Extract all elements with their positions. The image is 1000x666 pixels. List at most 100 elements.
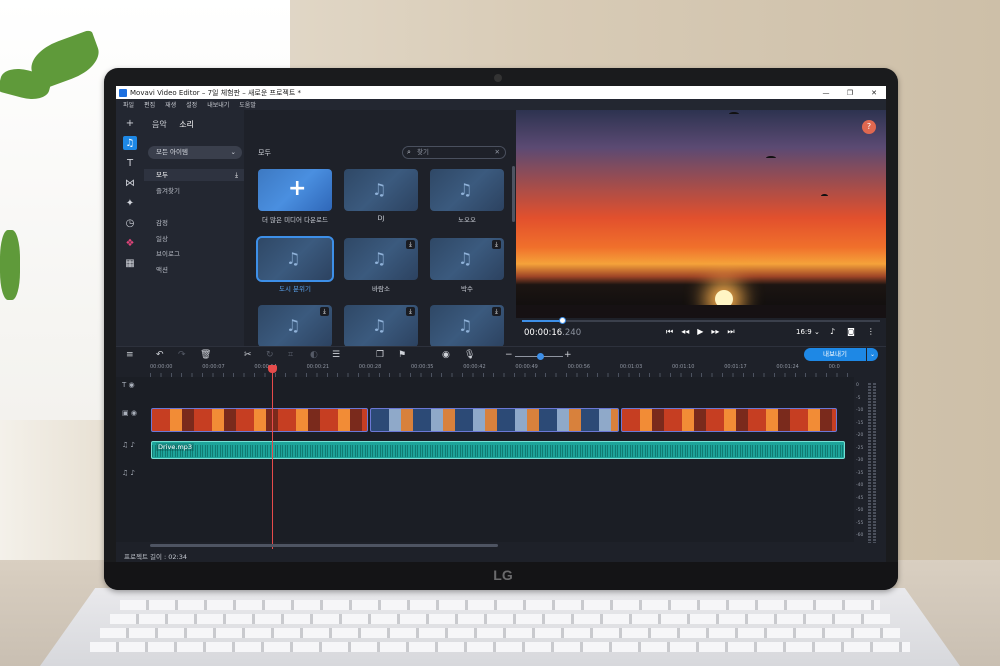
download-icon[interactable]: ⤓ bbox=[406, 240, 415, 249]
category-vlog[interactable]: 브이로그 bbox=[144, 248, 244, 258]
menu-file[interactable]: 파일 bbox=[123, 100, 134, 109]
grid-scrollbar[interactable] bbox=[512, 166, 515, 222]
play-icon[interactable]: ▶ bbox=[697, 327, 703, 337]
step-back-icon[interactable]: ◂◂ bbox=[681, 327, 689, 337]
text-track-icon: T bbox=[122, 381, 127, 389]
video-clip-1[interactable] bbox=[151, 408, 368, 432]
app-window: Movavi Video Editor – 7일 체험판 – 새로운 프로젝트 … bbox=[116, 86, 886, 562]
timeline-scrollbar[interactable] bbox=[150, 544, 498, 547]
sound-tile[interactable]: ♫ ⤓ bbox=[344, 305, 418, 347]
bird bbox=[729, 112, 739, 116]
music-note-icon: ♫ bbox=[286, 316, 301, 335]
download-icon[interactable]: ⤓ bbox=[492, 307, 501, 316]
crop-icon[interactable]: ⌗ bbox=[288, 350, 293, 360]
ruler-label: 00:00:00 bbox=[150, 364, 173, 370]
delete-icon[interactable]: 🗑 bbox=[200, 350, 211, 360]
sound-tile[interactable]: ♫ ⤓ bbox=[430, 305, 504, 347]
sound-tile[interactable]: ♫ ⤓ bbox=[258, 305, 332, 347]
category-all[interactable]: 모두 ⤓ bbox=[144, 169, 244, 181]
redo-icon[interactable]: ↷ bbox=[178, 350, 186, 360]
search-input[interactable]: ⌕ 찾기 ✕ bbox=[402, 146, 506, 159]
skip-start-icon[interactable]: ⏮ bbox=[666, 327, 673, 337]
plus-icon[interactable]: + bbox=[123, 116, 137, 130]
music-note-icon[interactable]: ♫ bbox=[123, 136, 137, 150]
cut-icon[interactable]: ✂ bbox=[244, 350, 252, 360]
adjust-icon[interactable]: ☰ bbox=[332, 350, 340, 360]
webcam-record-icon[interactable]: ◉ bbox=[442, 350, 450, 360]
brand-logo: LG bbox=[493, 567, 513, 583]
zoom-out-icon[interactable]: − bbox=[505, 350, 513, 360]
undo-icon[interactable]: ↶ bbox=[156, 350, 164, 360]
transition-icon[interactable]: ⋈ bbox=[123, 176, 137, 190]
help-button[interactable]: ? bbox=[862, 120, 876, 134]
track-menu-icon[interactable]: ≡ bbox=[126, 350, 134, 360]
color-icon[interactable]: ◐ bbox=[310, 350, 318, 360]
sticker-icon[interactable]: ❖ bbox=[123, 236, 137, 250]
text-icon[interactable]: T bbox=[123, 156, 137, 170]
zoom-slider-handle[interactable] bbox=[537, 353, 544, 360]
skip-end-icon[interactable]: ⏭ bbox=[727, 327, 734, 337]
download-icon[interactable]: ⤓ bbox=[320, 307, 329, 316]
minimize-button[interactable]: — bbox=[814, 89, 838, 97]
download-icon[interactable]: ⤓ bbox=[235, 169, 238, 181]
zoom-in-icon[interactable]: + bbox=[564, 350, 572, 360]
preview-video[interactable]: ? bbox=[516, 110, 886, 318]
more-icon[interactable]: ⋮ bbox=[867, 327, 875, 336]
mute-icon[interactable]: ♪ bbox=[131, 469, 135, 477]
close-button[interactable]: ✕ bbox=[862, 89, 886, 97]
video-clip-2[interactable] bbox=[370, 408, 619, 432]
sound-tile-selected[interactable]: ♫ bbox=[256, 236, 334, 282]
menu-edit[interactable]: 편집 bbox=[144, 100, 155, 109]
effects-icon[interactable]: ✦ bbox=[123, 196, 137, 210]
meter-db-label: -45 bbox=[856, 495, 864, 501]
menu-settings[interactable]: 설정 bbox=[186, 100, 197, 109]
visibility-icon[interactable]: ◉ bbox=[131, 409, 137, 417]
category-emotion[interactable]: 감정 bbox=[144, 217, 244, 227]
step-forward-icon[interactable]: ▸▸ bbox=[711, 327, 719, 337]
microphone-icon[interactable]: 🎙 bbox=[464, 350, 475, 360]
export-button[interactable]: 내보내기 bbox=[804, 348, 866, 361]
volume-icon[interactable]: ♪ bbox=[830, 327, 835, 336]
tab-music[interactable]: 음악 bbox=[152, 120, 167, 129]
window-title: Movavi Video Editor – 7일 체험판 – 새로운 프로젝트 … bbox=[130, 88, 301, 97]
playhead[interactable] bbox=[272, 367, 273, 549]
plus-icon: + bbox=[288, 176, 307, 201]
grid-icon[interactable]: ▦ bbox=[123, 256, 137, 270]
category-daily[interactable]: 일상 bbox=[144, 233, 244, 243]
category-label: 모두 bbox=[156, 171, 168, 179]
video-clip-3[interactable] bbox=[621, 408, 837, 432]
audio-clip[interactable]: Drive.mp3 bbox=[151, 441, 845, 459]
sound-tile[interactable]: ♫ ⤓ bbox=[344, 238, 418, 280]
menu-help[interactable]: 도움말 bbox=[239, 100, 256, 109]
menu-playback[interactable]: 재생 bbox=[165, 100, 176, 109]
sound-tile[interactable]: ♫ bbox=[430, 169, 504, 211]
track-header-audio-2: ♫ ♪ bbox=[116, 469, 150, 477]
preview-icons: ♪ ◙ ⋮ bbox=[830, 327, 886, 336]
webcam bbox=[494, 74, 502, 82]
download-more-tile[interactable]: + bbox=[258, 169, 332, 211]
rotate-icon[interactable]: ↻ bbox=[266, 350, 274, 360]
sound-tile[interactable]: ♫ bbox=[344, 169, 418, 211]
visibility-icon[interactable]: ◉ bbox=[129, 381, 135, 389]
timecode-ms: .240 bbox=[562, 328, 582, 338]
mute-icon[interactable]: ♪ bbox=[131, 441, 135, 449]
category-favorites[interactable]: 즐겨찾기 bbox=[144, 185, 244, 195]
download-icon[interactable]: ⤓ bbox=[492, 240, 501, 249]
maximize-button[interactable]: ❐ bbox=[838, 89, 862, 97]
clear-icon[interactable]: ✕ bbox=[495, 147, 500, 158]
marker-icon[interactable]: ⚑ bbox=[398, 350, 406, 360]
bird bbox=[766, 156, 776, 160]
menu-export[interactable]: 내보내기 bbox=[207, 100, 229, 109]
category-action[interactable]: 액션 bbox=[144, 264, 244, 274]
download-icon[interactable]: ⤓ bbox=[406, 307, 415, 316]
progress-handle[interactable] bbox=[559, 317, 566, 324]
aspect-ratio-select[interactable]: 16:9 ⌄ bbox=[796, 328, 820, 336]
menu-bar: 파일 편집 재생 설정 내보내기 도움말 bbox=[116, 99, 886, 110]
preview-progress-bar[interactable] bbox=[522, 317, 880, 324]
filter-dropdown[interactable]: 모든 아이템 ⌄ bbox=[148, 146, 242, 159]
tab-sound[interactable]: 소리 bbox=[179, 120, 194, 129]
camera-icon[interactable]: ◙ bbox=[847, 327, 855, 336]
clock-icon[interactable]: ◷ bbox=[123, 216, 137, 230]
sound-tile[interactable]: ♫ ⤓ bbox=[430, 238, 504, 280]
overlay-icon[interactable]: ❐ bbox=[376, 350, 384, 360]
